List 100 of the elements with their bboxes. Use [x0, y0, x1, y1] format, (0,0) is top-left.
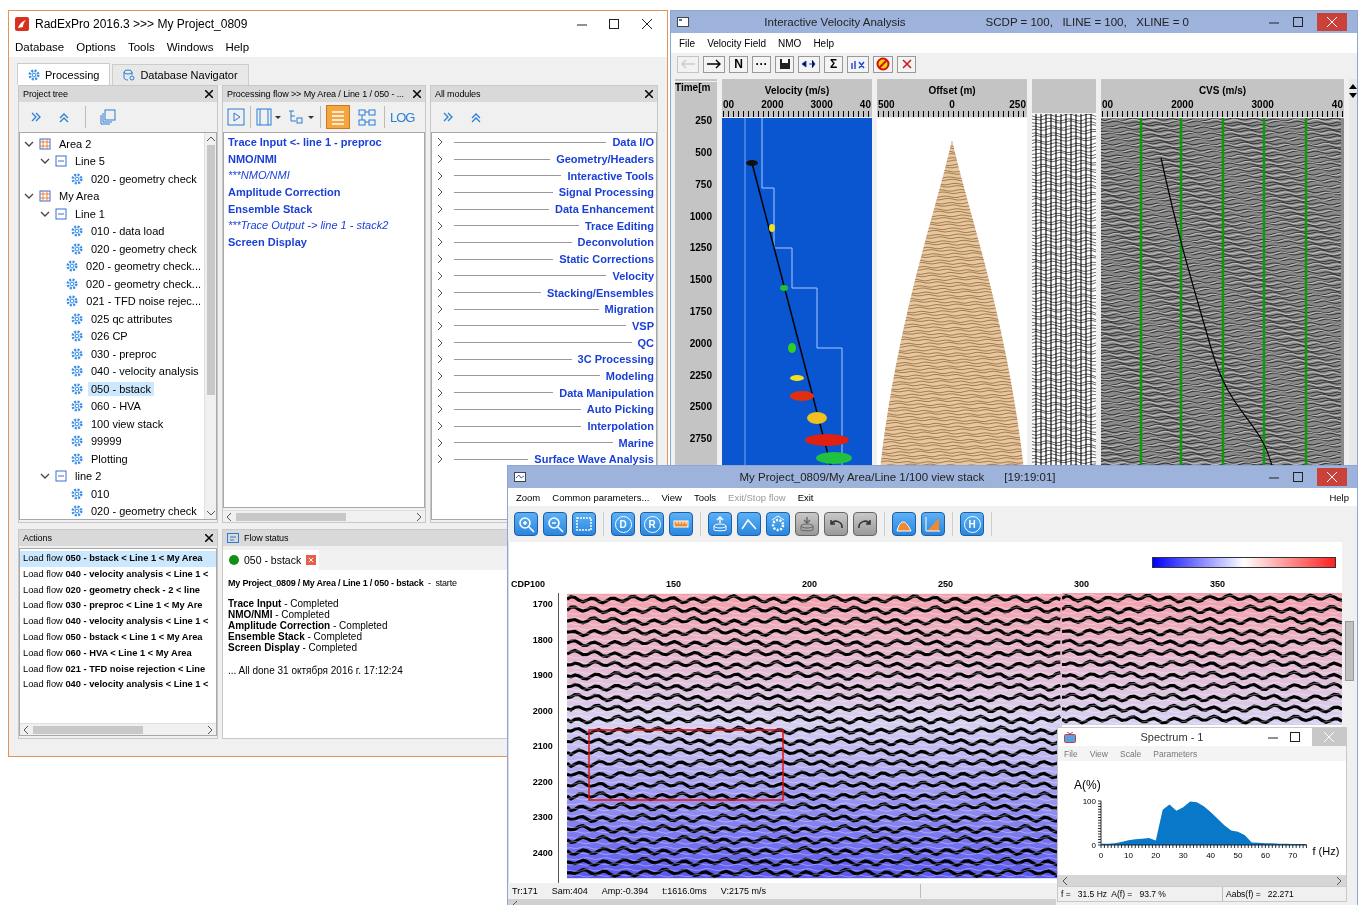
chevron-icon[interactable] [436, 321, 444, 330]
action-item[interactable]: Load flow 040 - velocity analysis < Line 1 < [20, 677, 216, 694]
module-group[interactable]: Interpolation [587, 420, 654, 433]
module-group[interactable]: Data I/O [612, 136, 654, 149]
menu-item[interactable]: Zoom [516, 491, 541, 503]
chevron-icon[interactable] [436, 255, 444, 264]
menu-item[interactable]: Tools [127, 41, 155, 53]
maximize-icon[interactable] [1290, 732, 1300, 743]
tool-button[interactable]: Σ [824, 55, 843, 73]
menu-item[interactable]: Help [225, 41, 250, 53]
menu-item[interactable]: Help [1329, 491, 1349, 503]
flow-module[interactable]: Amplitude Correction [224, 184, 424, 201]
tab[interactable]: Processing [17, 63, 111, 85]
action-item[interactable]: Load flow 040 - velocity analysis < Line 1 < [20, 566, 216, 583]
tree-item[interactable]: 020 - geometry check [88, 504, 200, 519]
action-item[interactable]: Load flow 050 - bstack < Line 1 < My Area [20, 551, 216, 567]
menu-item[interactable]: Scale [1120, 748, 1142, 759]
module-group[interactable]: Signal Processing [558, 186, 654, 199]
module-group[interactable]: Trace Editing [584, 219, 654, 232]
close-icon[interactable] [205, 90, 213, 98]
flow-tree-icon[interactable] [287, 108, 315, 126]
tree-item[interactable]: 040 - velocity analysis [88, 364, 202, 379]
tree-item[interactable]: 050 - bstack [88, 381, 154, 396]
action-item[interactable]: Load flow 050 - bstack < Line 1 < My Area [20, 630, 216, 646]
tree-item[interactable]: Line 5 [72, 154, 108, 169]
up-arrow-icon[interactable] [1349, 83, 1357, 89]
tree-item[interactable]: 010 [88, 486, 113, 501]
horizontal-scrollbar[interactable] [1058, 875, 1346, 886]
flow-module[interactable]: ***Trace Output -> line 1 - stack2 [224, 217, 424, 235]
menu-item[interactable]: Options [76, 41, 116, 53]
menu-item[interactable]: File [679, 37, 696, 49]
vertical-scrollbar[interactable] [204, 133, 216, 519]
menu-item[interactable]: Parameters [1153, 748, 1198, 759]
maximize-icon[interactable] [1293, 472, 1303, 482]
close-icon[interactable] [205, 534, 213, 542]
menu-item[interactable]: NMO [778, 37, 802, 49]
chevron-icon[interactable] [436, 271, 444, 280]
chevron-icon[interactable] [436, 371, 444, 380]
expand-all-icon[interactable] [441, 110, 455, 124]
chevron-icon[interactable] [436, 422, 444, 431]
tree-item[interactable]: 021 - TFD noise rejec... [83, 294, 204, 309]
chevron-icon[interactable] [436, 305, 444, 314]
chevron-icon[interactable] [436, 455, 444, 464]
module-group[interactable]: Data Enhancement [554, 203, 654, 216]
close-button[interactable] [641, 18, 653, 30]
module-group[interactable]: Migration [604, 303, 654, 316]
menu-item[interactable]: Database [15, 41, 65, 53]
tree-item[interactable]: Plotting [88, 451, 131, 466]
tree-item[interactable]: 020 - geometry check [88, 241, 200, 256]
maximize-icon[interactable] [1293, 17, 1303, 27]
flow-module[interactable]: Trace Input <- line 1 - preproc [224, 134, 424, 151]
chevron-icon[interactable] [436, 238, 444, 247]
tool-button[interactable] [737, 512, 761, 536]
tree-item[interactable]: 020 - geometry check [88, 171, 200, 186]
tree-item[interactable]: Area 2 [56, 136, 95, 151]
tool-button[interactable]: N [729, 55, 748, 73]
action-item[interactable]: Load flow 030 - preproc < Line 1 < My Are [20, 598, 216, 615]
menu-item[interactable]: Exit [797, 491, 814, 503]
module-group[interactable]: Surface Wave Analysis [534, 453, 654, 466]
chevron-icon[interactable] [436, 355, 444, 364]
chevron-icon[interactable] [436, 205, 444, 214]
module-group[interactable]: Deconvolution [577, 236, 654, 249]
chevron-icon[interactable] [436, 405, 444, 414]
menu-item[interactable]: Windows [166, 41, 214, 53]
chevron-icon[interactable] [436, 288, 444, 297]
log-button[interactable]: LOG [390, 109, 415, 125]
flow-module[interactable]: NMO/NMI [224, 150, 424, 168]
tool-button[interactable]: ··· [752, 55, 771, 73]
module-group[interactable]: 3C Processing [577, 353, 654, 366]
chevron-icon[interactable] [436, 388, 444, 397]
tree-item[interactable]: 060 - HVA [88, 399, 144, 414]
film-icon[interactable] [256, 108, 282, 126]
module-group[interactable]: QC [637, 336, 654, 349]
chevron-icon[interactable] [436, 438, 444, 447]
vertical-scrollbar[interactable] [1349, 79, 1357, 466]
module-group[interactable]: Data Manipulation [559, 386, 654, 399]
module-group[interactable]: Interactive Tools [567, 169, 654, 182]
horizontal-scrollbar[interactable] [223, 510, 425, 522]
menu-item[interactable]: Help [813, 37, 834, 49]
menu-item[interactable]: Common parameters... [552, 491, 650, 503]
flow-module[interactable]: Screen Display [224, 234, 424, 251]
close-icon[interactable] [413, 90, 421, 98]
tree-item[interactable]: 010 - data load [88, 224, 168, 239]
close-icon[interactable] [645, 90, 653, 98]
chevron-icon[interactable] [436, 338, 444, 347]
chevron-icon[interactable] [436, 171, 444, 180]
tab[interactable]: Database Navigator [112, 64, 249, 85]
tree-item[interactable]: line 2 [72, 469, 105, 484]
module-group[interactable]: Auto Picking [586, 403, 654, 416]
expand-all-icon[interactable] [29, 110, 43, 124]
tree-item[interactable]: 020 - geometry check... [83, 276, 204, 291]
tool-button[interactable] [543, 512, 567, 536]
maximize-icon[interactable] [609, 19, 619, 29]
chevron-icon[interactable] [436, 221, 444, 230]
flow-module[interactable]: Ensemble Stack [224, 200, 424, 218]
tree-item[interactable]: Line 1 [72, 206, 108, 221]
tree-item[interactable]: 026 CP [88, 329, 131, 344]
action-item[interactable]: Load flow 021 - TFD noise rejection < Line [20, 661, 216, 678]
menu-item[interactable]: Velocity Field [707, 37, 767, 49]
action-item[interactable]: Load flow 020 - geometry check - 2 < line [20, 582, 216, 599]
